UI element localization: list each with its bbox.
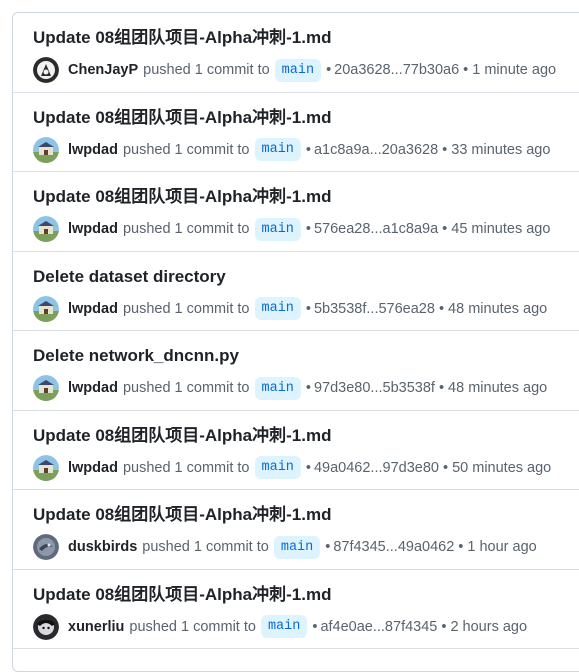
activity-meta: lwpdad pushed 1 commit to main • a1c8a9a… <box>33 136 579 163</box>
action-text: pushed 1 commit to <box>143 62 270 78</box>
relative-time: • 1 hour ago <box>458 539 537 555</box>
relative-time: • 1 minute ago <box>463 62 557 78</box>
anime-avatar-icon[interactable] <box>33 613 59 640</box>
activity-list: Update 08组团队项目-Alpha冲刺-1.md ChenJayP pus… <box>12 12 579 672</box>
username-link[interactable]: lwpdad <box>68 142 118 158</box>
branch-link[interactable]: main <box>254 138 301 161</box>
activity-item: Update 08组团队项目-Alpha冲刺-1.md lwpdad pushe… <box>13 411 579 490</box>
action-text: pushed 1 commit to <box>129 618 256 635</box>
activity-meta: lwpdad pushed 1 commit to main • 5b3538f… <box>33 295 579 322</box>
separator: • <box>305 380 311 396</box>
action-text: pushed 1 commit to <box>122 380 250 396</box>
compare-link[interactable]: 49a0462...97d3e80 <box>314 460 439 476</box>
username-link[interactable]: lwpdad <box>68 380 118 396</box>
separator: • <box>326 62 332 78</box>
relative-time: • 50 minutes ago <box>442 459 552 476</box>
commit-title[interactable]: Update 08组团队项目-Alpha冲刺-1.md <box>33 584 579 606</box>
activity-item: Delete dataset directory lwpdad pushed 1… <box>13 252 579 331</box>
username-link[interactable]: lwpdad <box>68 221 118 237</box>
sky-avatar-icon[interactable] <box>33 216 59 242</box>
action-text: pushed 1 commit to <box>122 141 250 158</box>
separator: • <box>305 141 311 158</box>
separator: • <box>312 618 318 635</box>
relative-time: • 33 minutes ago <box>442 141 551 158</box>
action-text: pushed 1 commit to <box>122 459 250 476</box>
commit-title[interactable]: Delete network_dncnn.py <box>33 345 579 367</box>
activity-meta: xunerliu pushed 1 commit to main • af4e0… <box>33 613 579 640</box>
separator: • <box>305 300 311 317</box>
username-link[interactable]: lwpdad <box>68 301 118 317</box>
commit-title[interactable]: Update 08组团队项目-Alpha冲刺-1.md <box>33 107 579 129</box>
commit-title[interactable]: Update 08组团队项目-Alpha冲刺-1.md <box>33 27 579 49</box>
compare-link[interactable]: 97d3e80...5b3538f <box>314 380 435 396</box>
commit-title[interactable]: Delete dataset directory <box>33 266 579 288</box>
separator: • <box>325 539 331 555</box>
action-text: pushed 1 commit to <box>142 539 269 555</box>
sky-avatar-icon[interactable] <box>33 295 59 322</box>
username-link[interactable]: ChenJayP <box>68 62 138 78</box>
activity-item: Update 08组团队项目-Alpha冲刺-1.md lwpdad pushe… <box>13 93 579 172</box>
username-link[interactable]: xunerliu <box>68 619 124 635</box>
compare-link[interactable]: 20a3628...77b30a6 <box>334 62 459 78</box>
activity-item: Update 08组团队项目-Alpha冲刺-1.md lwpdad pushe… <box>13 172 579 252</box>
compare-link[interactable]: af4e0ae...87f4345 <box>320 619 437 635</box>
compare-link[interactable]: 576ea28...a1c8a9a <box>314 221 438 237</box>
compare-link[interactable]: 87f4345...49a0462 <box>333 539 454 555</box>
branch-link[interactable]: main <box>254 376 301 400</box>
sky-avatar-icon[interactable] <box>33 454 59 481</box>
commit-title[interactable]: Update 08组团队项目-Alpha冲刺-1.md <box>33 504 579 526</box>
activity-item: Update 08组团队项目-Alpha冲刺-1.md ChenJayP pus… <box>13 13 579 93</box>
branch-link[interactable]: main <box>254 456 301 479</box>
activity-meta: lwpdad pushed 1 commit to main • 97d3e80… <box>33 375 579 401</box>
compare-link[interactable]: a1c8a9a...20a3628 <box>314 142 438 158</box>
relative-time: • 48 minutes ago <box>438 300 548 317</box>
compare-link[interactable]: 5b3538f...576ea28 <box>314 301 435 317</box>
activity-item: Update 08组团队项目-Alpha冲刺-1.md duskbirds pu… <box>13 490 579 570</box>
activity-meta: lwpdad pushed 1 commit to main • 49a0462… <box>33 454 579 481</box>
branch-link[interactable]: main <box>274 58 322 82</box>
bird-avatar-icon[interactable] <box>33 534 59 560</box>
action-text: pushed 1 commit to <box>122 300 250 317</box>
activity-item: Delete network_dncnn.py lwpdad pushed 1 … <box>13 331 579 411</box>
dark-avatar-icon[interactable] <box>33 57 59 83</box>
commit-title[interactable]: Update 08组团队项目-Alpha冲刺-1.md <box>33 186 579 208</box>
relative-time: • 45 minutes ago <box>442 221 551 237</box>
separator: • <box>305 459 311 476</box>
relative-time: • 48 minutes ago <box>438 380 548 396</box>
branch-link[interactable]: main <box>254 297 301 320</box>
activity-meta: duskbirds pushed 1 commit to main • 87f4… <box>33 534 579 560</box>
commit-title[interactable]: Update 08组团队项目-Alpha冲刺-1.md <box>33 425 579 447</box>
branch-link[interactable]: main <box>254 217 301 241</box>
activity-meta: lwpdad pushed 1 commit to main • 576ea28… <box>33 216 579 242</box>
activity-item: Update 08组团队项目-Alpha冲刺-1.md xunerliu pus… <box>13 570 579 649</box>
username-link[interactable]: duskbirds <box>68 539 137 555</box>
branch-link[interactable]: main <box>273 535 321 559</box>
sky-avatar-icon[interactable] <box>33 375 59 401</box>
sky-avatar-icon[interactable] <box>33 136 59 163</box>
username-link[interactable]: lwpdad <box>68 460 118 476</box>
branch-link[interactable]: main <box>260 615 308 638</box>
activity-meta: ChenJayP pushed 1 commit to main • 20a36… <box>33 57 579 83</box>
relative-time: • 2 hours ago <box>441 618 528 635</box>
action-text: pushed 1 commit to <box>122 221 250 237</box>
separator: • <box>305 221 311 237</box>
